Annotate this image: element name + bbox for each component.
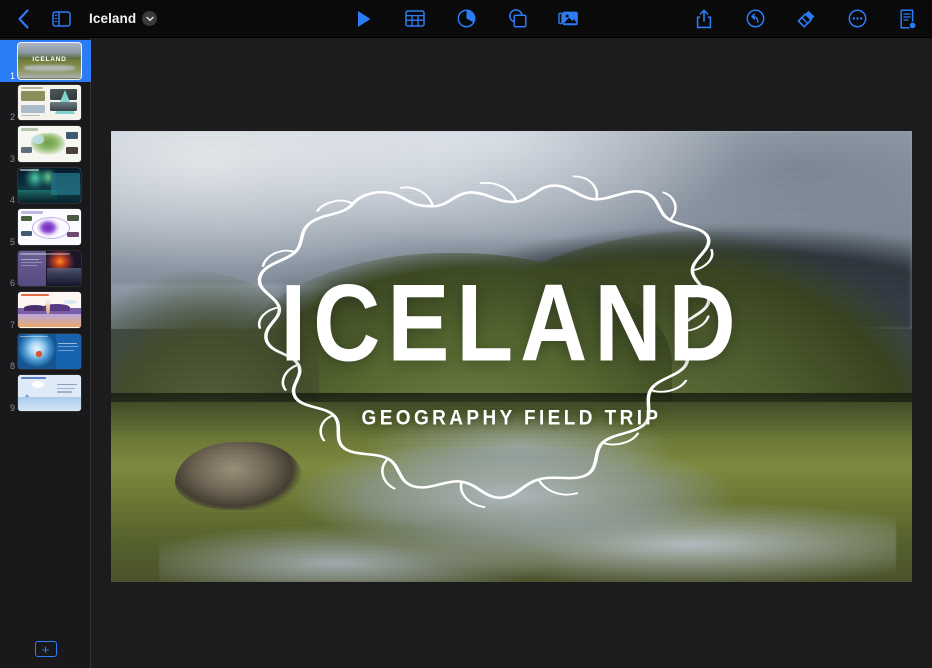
- undo-button[interactable]: [743, 7, 767, 31]
- thumbnail-image: ICELAND: [18, 43, 81, 79]
- format-button[interactable]: [794, 7, 818, 31]
- thumbnail-image: [18, 209, 81, 245]
- slide-thumbnail-1[interactable]: 1 ICELAND: [0, 40, 91, 82]
- chevron-down-circle-icon[interactable]: [142, 11, 158, 26]
- slide-thumbnail-6[interactable]: 6: [0, 248, 91, 290]
- insert-chart-button[interactable]: [454, 7, 478, 31]
- thumbnail-image: [18, 84, 81, 120]
- document-title-group[interactable]: Iceland: [87, 11, 158, 26]
- thumbnail-image: [18, 292, 81, 328]
- slide-number: 5: [9, 236, 15, 247]
- toolbar-center-group: [352, 7, 580, 31]
- slide-number: 9: [9, 402, 15, 413]
- insert-table-button[interactable]: [403, 7, 427, 31]
- slide-thumbnail-8[interactable]: 8: [0, 331, 91, 373]
- current-slide[interactable]: ICELAND GEOGRAPHY FIELD TRIP: [111, 131, 912, 582]
- slide-thumbnail-2[interactable]: 2: [0, 82, 91, 124]
- back-button[interactable]: [11, 7, 35, 31]
- slide-canvas[interactable]: ICELAND GEOGRAPHY FIELD TRIP: [91, 38, 932, 668]
- keynote-window: Iceland 1 ICELAND 2 3 4 5 6 7 8 9 + ICEL…: [0, 0, 932, 668]
- slide-number: 8: [9, 361, 15, 371]
- toolbar-right-group: [692, 7, 920, 31]
- sidebar-toggle-icon[interactable]: [49, 7, 73, 31]
- thumbnail-image: [18, 126, 81, 162]
- toolbar-left-group: Iceland: [0, 7, 158, 31]
- add-slide-button[interactable]: +: [34, 641, 57, 657]
- share-button[interactable]: [692, 7, 716, 31]
- insert-media-button[interactable]: [556, 7, 580, 31]
- slide-number: 1: [9, 70, 15, 81]
- thumbnail-image: [18, 167, 81, 203]
- more-button[interactable]: [845, 7, 869, 31]
- slide-thumbnail-7[interactable]: 7: [0, 289, 91, 331]
- iceland-map-outline-icon[interactable]: [247, 158, 728, 537]
- document-title: Iceland: [89, 11, 137, 26]
- slide-number: 7: [9, 319, 15, 330]
- slide-number: 2: [9, 112, 15, 122]
- slide-navigator: 1 ICELAND 2 3 4 5 6 7 8 9 +: [0, 38, 91, 668]
- thumbnail-image: [18, 250, 81, 286]
- slide-number: 4: [9, 195, 15, 205]
- add-slide-container: +: [0, 630, 91, 668]
- insert-shape-button[interactable]: [505, 7, 529, 31]
- slide-number: 3: [9, 153, 15, 164]
- slide-thumbnail-4[interactable]: 4: [0, 165, 91, 207]
- slide-number: 6: [9, 278, 15, 288]
- slide-thumbnail-9[interactable]: 9: [0, 372, 91, 414]
- toolbar: Iceland: [0, 0, 932, 38]
- document-options-button[interactable]: [896, 7, 920, 31]
- play-button[interactable]: [352, 7, 376, 31]
- slide-thumbnail-3[interactable]: 3: [0, 123, 91, 165]
- thumbnail-image: [18, 333, 81, 369]
- slide-list[interactable]: 1 ICELAND 2 3 4 5 6 7 8 9: [0, 38, 91, 630]
- thumbnail-image: [18, 375, 81, 411]
- slide-thumbnail-5[interactable]: 5: [0, 206, 91, 248]
